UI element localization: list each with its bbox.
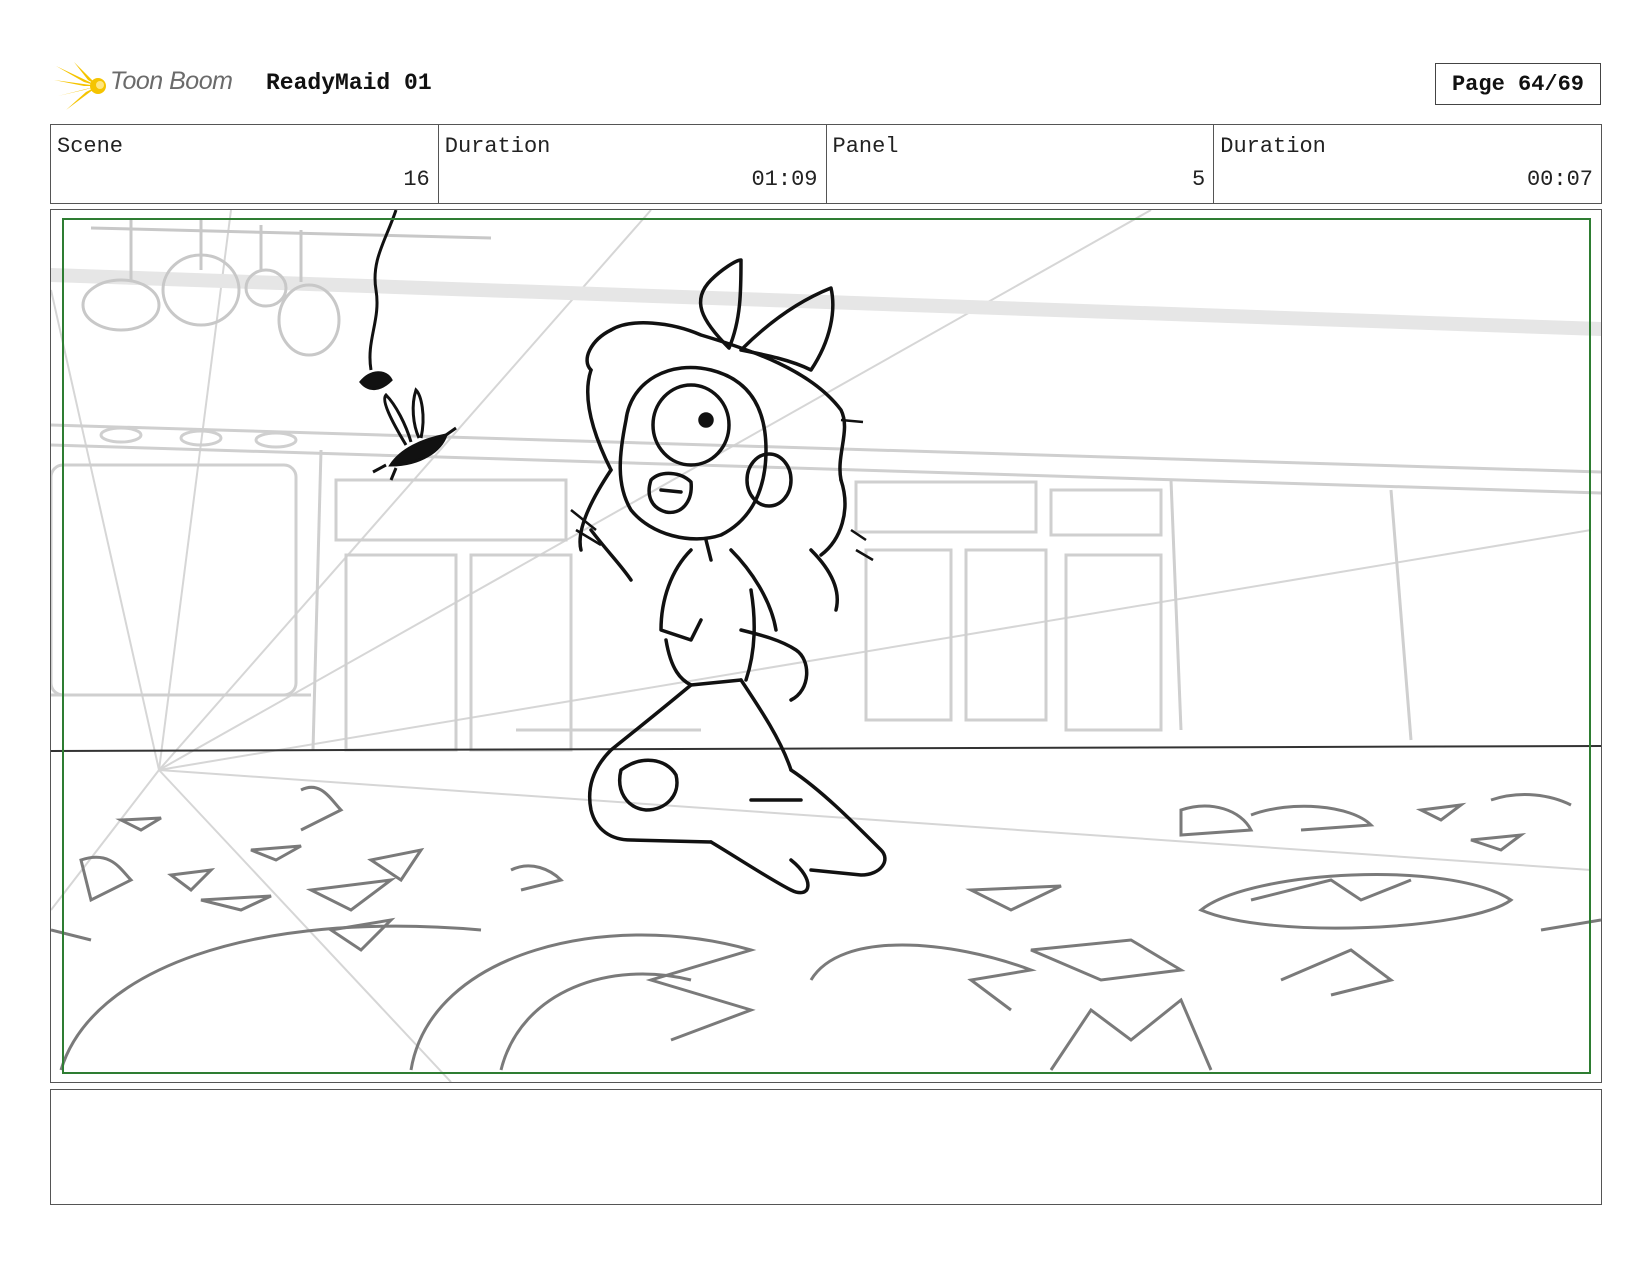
storyboard-panel (50, 209, 1602, 1083)
scene-cell: Scene 16 (51, 125, 439, 203)
scene-value: 16 (403, 167, 430, 192)
panel-duration-label: Duration (1220, 134, 1326, 159)
panel-label: Panel (832, 134, 899, 159)
toon-boom-logo: Toon Boom (54, 58, 254, 114)
panel-duration-value: 00:07 (1526, 167, 1593, 192)
girl-character (578, 258, 887, 895)
panel-cell: Panel 5 (827, 125, 1215, 203)
scene-duration-cell: Duration 01:09 (439, 125, 827, 203)
scene-label: Scene (57, 134, 124, 159)
scene-duration-value: 01:09 (751, 167, 818, 192)
panel-duration-cell: Duration 00:07 (1214, 125, 1601, 203)
kitchen-counters (51, 423, 1601, 752)
sun-flare-icon (54, 62, 106, 110)
panel-value: 5 (1192, 167, 1206, 192)
logo-text: Toon Boom (110, 67, 233, 95)
perspective-lines (51, 210, 1592, 1082)
page-indicator: Page 64/69 (1435, 63, 1601, 105)
panel-notes-box[interactable] (50, 1089, 1602, 1205)
fly-sketch (359, 210, 457, 481)
scene-info-row: Scene 16 Duration 01:09 Panel 5 Duration… (50, 124, 1602, 204)
panel-sketch (51, 210, 1601, 1082)
project-title: ReadyMaid 01 (266, 70, 432, 96)
scene-duration-label: Duration (444, 134, 551, 159)
broken-dishes (51, 786, 1601, 1071)
